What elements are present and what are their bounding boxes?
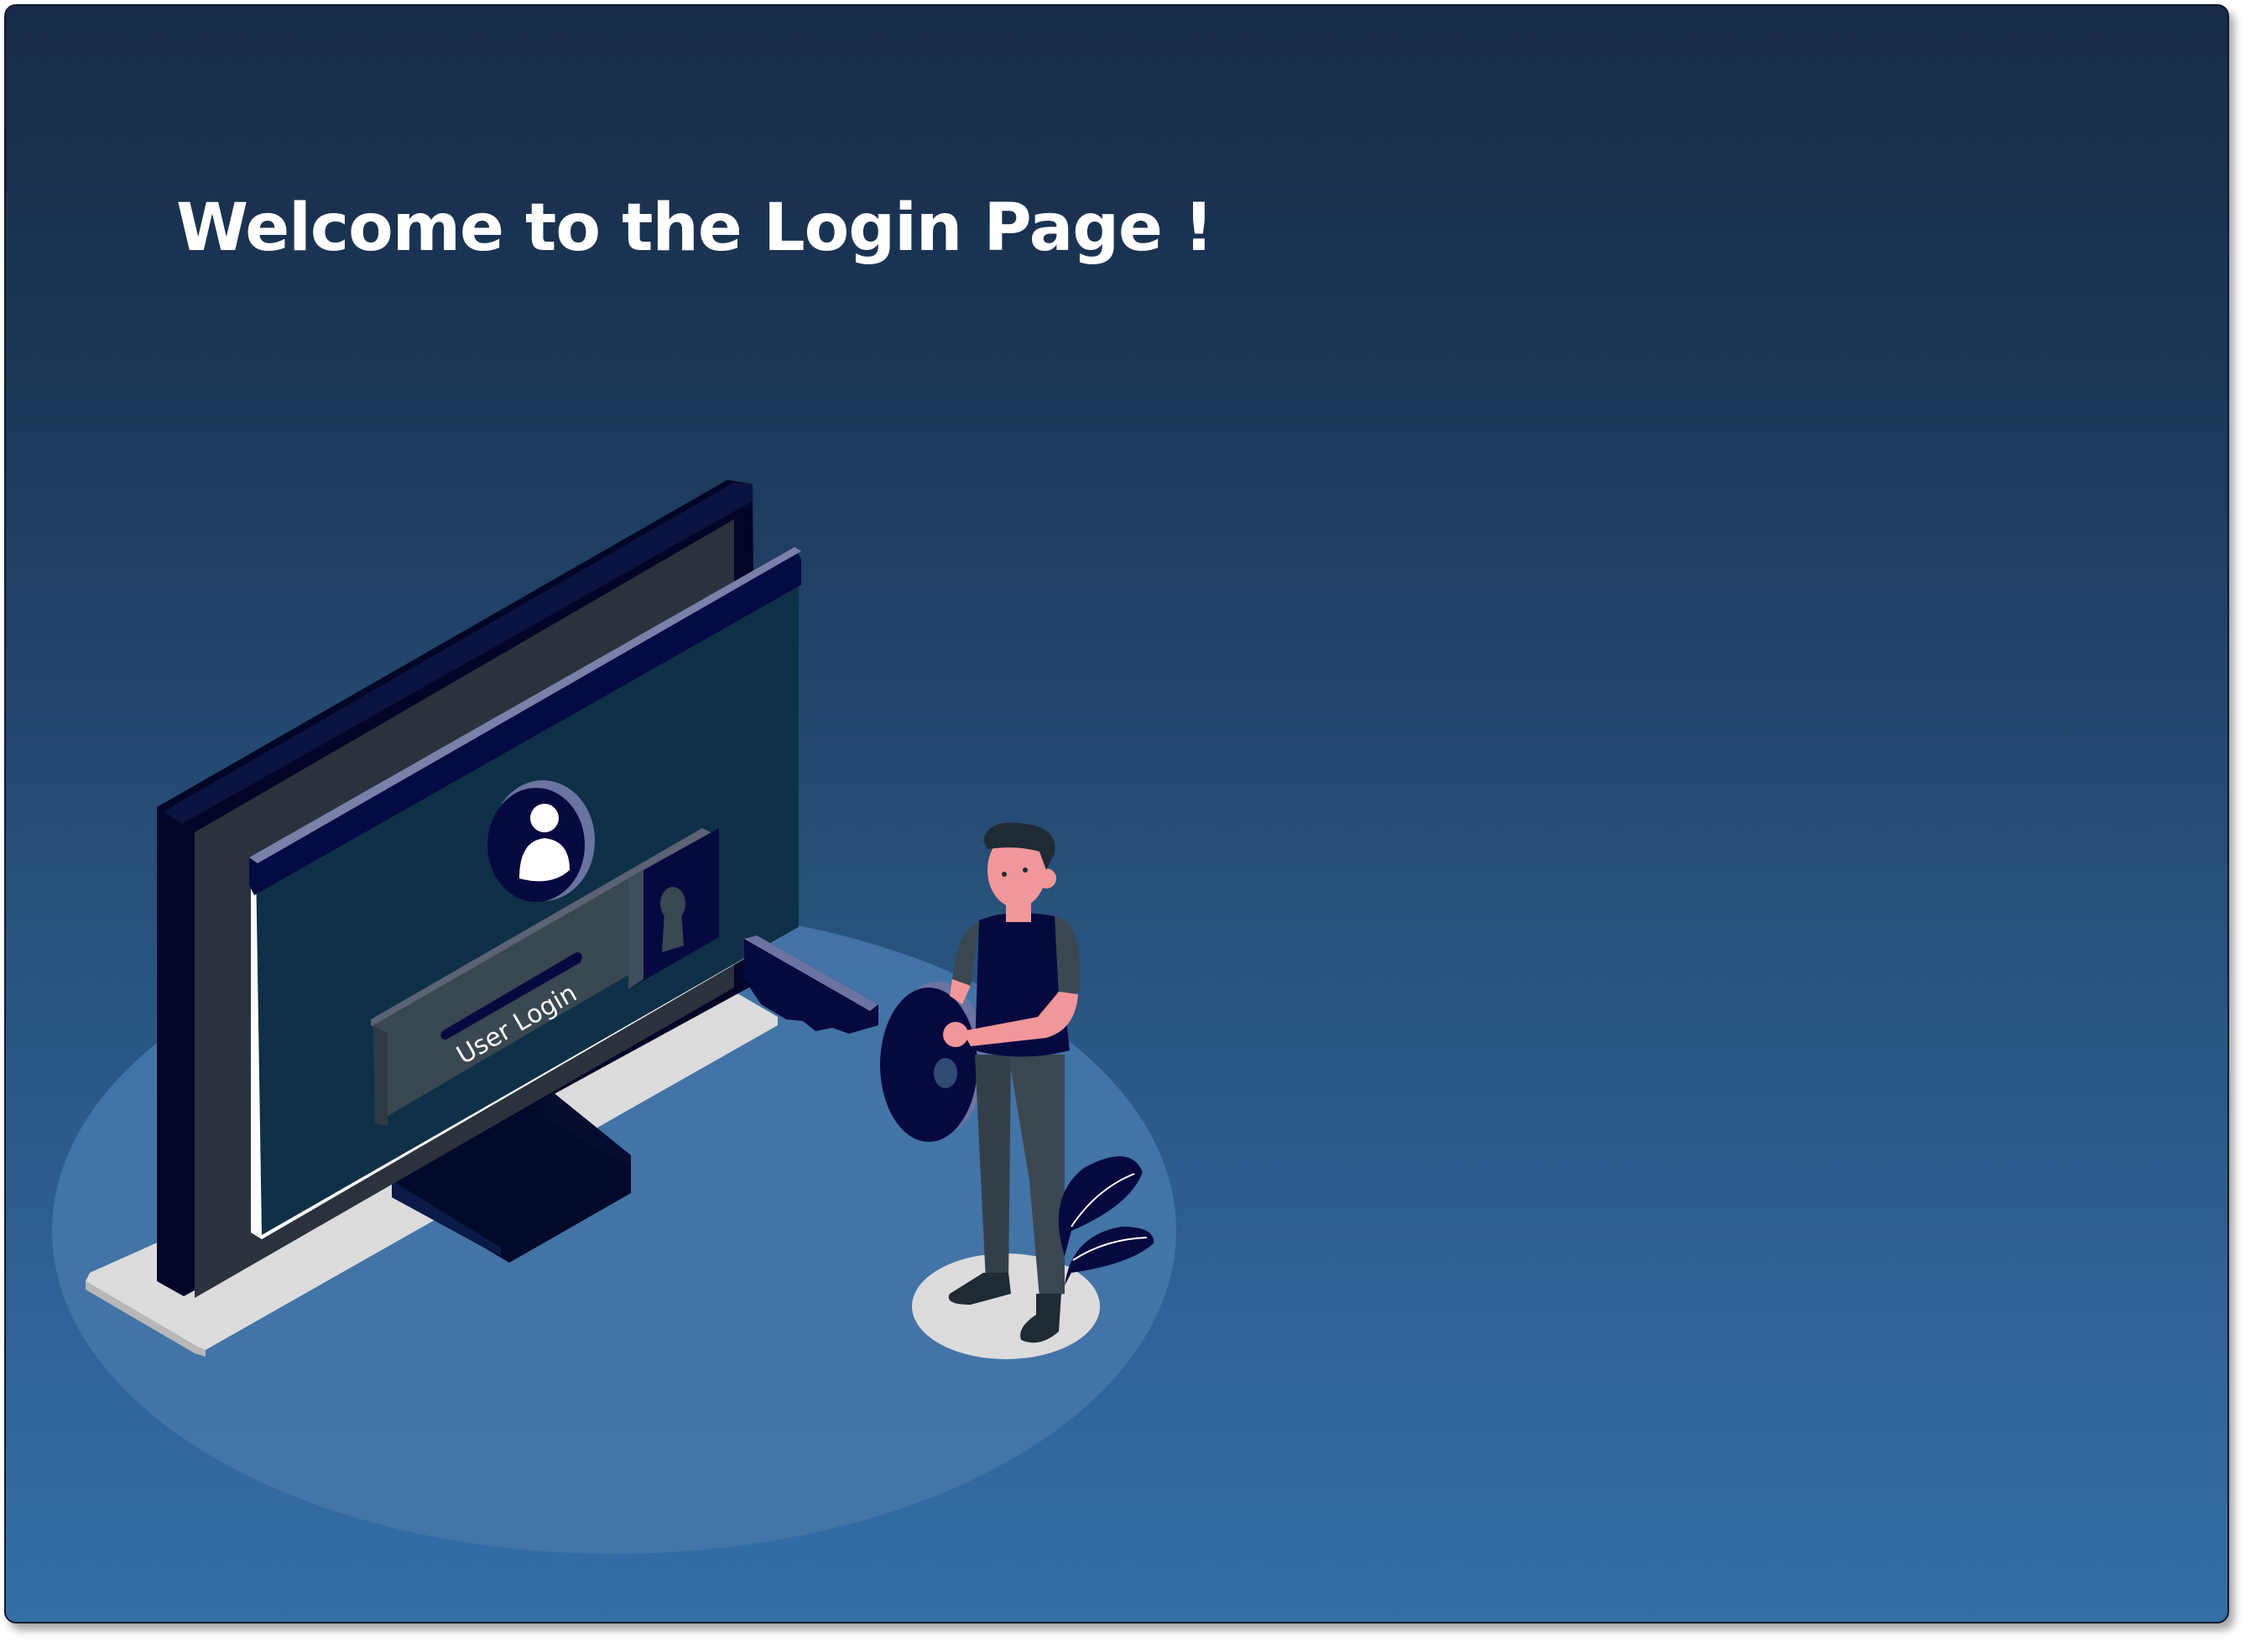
login-illustration: User Login (52, 480, 1176, 1554)
welcome-card: Welcome to the Login Page ! User Login (4, 4, 2229, 1623)
